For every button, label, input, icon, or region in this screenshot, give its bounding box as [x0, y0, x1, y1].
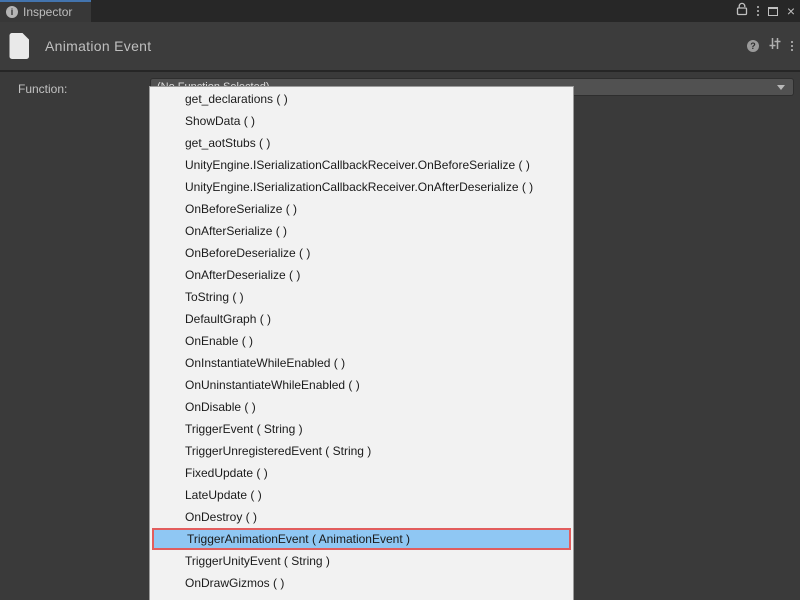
- tab-inspector[interactable]: i Inspector: [0, 0, 91, 22]
- menu-item[interactable]: OnInstantiateWhileEnabled ( ): [150, 352, 573, 374]
- menu-item[interactable]: TriggerEvent ( String ): [150, 418, 573, 440]
- component-header: Animation Event ?: [0, 22, 800, 70]
- menu-item[interactable]: LateUpdate ( ): [150, 484, 573, 506]
- menu-item[interactable]: OnAfterDeserialize ( ): [150, 264, 573, 286]
- maximize-icon[interactable]: [768, 7, 778, 16]
- unlock-icon[interactable]: [736, 2, 748, 21]
- menu-item[interactable]: TriggerUnityEvent ( String ): [150, 550, 573, 572]
- presets-icon[interactable]: [768, 37, 782, 55]
- menu-item[interactable]: OnUninstantiateWhileEnabled ( ): [150, 374, 573, 396]
- menu-item[interactable]: UnityEngine.ISerializationCallbackReceiv…: [150, 176, 573, 198]
- menu-item[interactable]: OnBeforeDeserialize ( ): [150, 242, 573, 264]
- menu-item[interactable]: FixedUpdate ( ): [150, 462, 573, 484]
- menu-item[interactable]: get_aotStubs ( ): [150, 132, 573, 154]
- menu-item[interactable]: OnDisable ( ): [150, 396, 573, 418]
- help-icon[interactable]: ?: [747, 40, 759, 52]
- menu-item[interactable]: UnityEngine.ISerializationCallbackReceiv…: [150, 154, 573, 176]
- function-dropdown-menu: get_declarations ( )ShowData ( )get_aotS…: [149, 86, 574, 600]
- menu-item-selected[interactable]: TriggerAnimationEvent ( AnimationEvent ): [152, 528, 571, 550]
- menu-item[interactable]: OnAfterSerialize ( ): [150, 220, 573, 242]
- menu-item[interactable]: TriggerUnregisteredEvent ( String ): [150, 440, 573, 462]
- menu-item[interactable]: OnEnable ( ): [150, 330, 573, 352]
- inspector-window: i Inspector × Animation Event ?: [0, 0, 800, 600]
- menu-item[interactable]: OnDestroy ( ): [150, 506, 573, 528]
- function-label: Function:: [18, 82, 67, 96]
- menu-item[interactable]: ToString ( ): [150, 286, 573, 308]
- scriptable-object-icon: [8, 32, 31, 60]
- tab-label: Inspector: [23, 5, 72, 19]
- kebab-menu-icon[interactable]: [791, 41, 793, 51]
- component-title: Animation Event: [45, 38, 151, 54]
- menu-item[interactable]: ShowData ( ): [150, 110, 573, 132]
- menu-item[interactable]: DefaultGraph ( ): [150, 308, 573, 330]
- menu-item[interactable]: OnDrawGizmos ( ): [150, 572, 573, 594]
- menu-item[interactable]: get_declarations ( ): [150, 88, 573, 110]
- close-icon[interactable]: ×: [787, 4, 795, 18]
- kebab-menu-icon[interactable]: [757, 6, 759, 16]
- titlebar: i Inspector ×: [0, 0, 800, 22]
- chevron-down-icon: [777, 85, 785, 90]
- info-icon: i: [6, 6, 18, 18]
- menu-item[interactable]: OnBeforeSerialize ( ): [150, 198, 573, 220]
- inspector-body: Function: (No Function Selected) get_dec…: [0, 72, 800, 600]
